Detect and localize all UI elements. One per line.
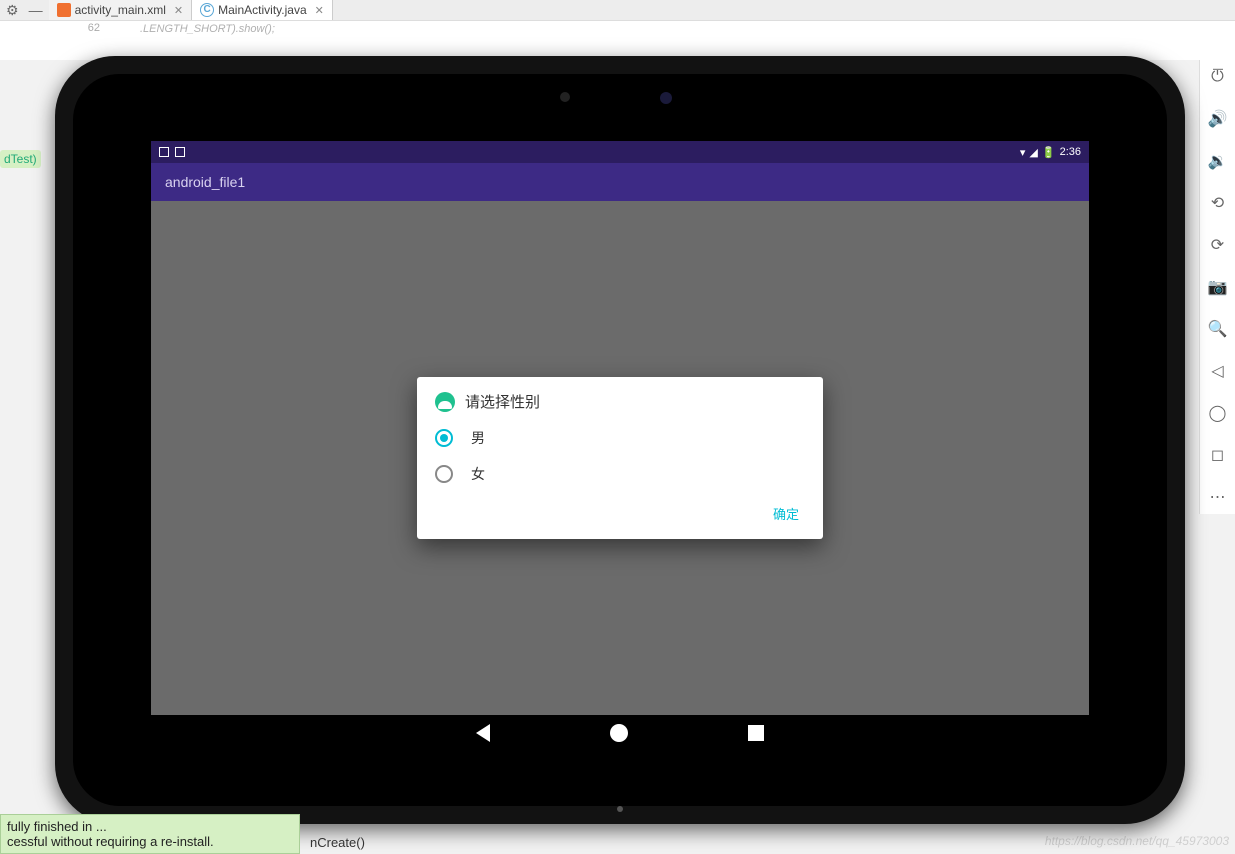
- battery-icon: 🔋: [1042, 146, 1056, 159]
- line-gutter: 62: [74, 21, 104, 36]
- zoom-icon[interactable]: 🔍: [1207, 318, 1229, 340]
- rotate-left-icon[interactable]: ⟲: [1207, 192, 1229, 214]
- radio-label: 男: [471, 428, 485, 448]
- nav-home-icon[interactable]: [610, 724, 628, 742]
- dialog-title-row: 请选择性别: [417, 377, 823, 420]
- android-head-icon: [435, 392, 455, 412]
- camera-icon[interactable]: 📷: [1207, 276, 1229, 298]
- tablet-screen: ▾ ◢ 🔋 2:36 android_file1 请选择性别 男: [151, 141, 1089, 751]
- tab-main-activity-java[interactable]: C MainActivity.java ✕: [192, 0, 333, 20]
- tablet-device-frame: ▾ ◢ 🔋 2:36 android_file1 请选择性别 男: [55, 56, 1185, 824]
- radio-label: 女: [471, 464, 485, 484]
- rotate-right-icon[interactable]: ⟳: [1207, 234, 1229, 256]
- home-circle-icon[interactable]: ◯: [1207, 402, 1229, 424]
- close-tab-icon[interactable]: ✕: [315, 4, 324, 17]
- ide-tab-strip: ⚙ — activity_main.xml ✕ C MainActivity.j…: [0, 0, 1235, 20]
- success-line: fully finished in ...: [7, 819, 293, 834]
- app-title: android_file1: [165, 174, 245, 190]
- app-content: 请选择性别 男 女 确定: [151, 201, 1089, 715]
- close-tab-icon[interactable]: ✕: [174, 4, 183, 17]
- xml-file-icon: [57, 3, 71, 17]
- home-indicator-icon: [617, 806, 623, 812]
- nav-recent-icon[interactable]: [748, 725, 764, 741]
- radio-option-male[interactable]: 男: [417, 420, 823, 456]
- more-icon[interactable]: ⋯: [1207, 486, 1229, 508]
- code-editor-background: 62 .LENGTH_SHORT).show();: [0, 20, 1235, 60]
- overview-square-icon[interactable]: ◻: [1207, 444, 1229, 466]
- radio-button-unchecked-icon: [435, 465, 453, 483]
- volume-down-icon[interactable]: 🔉: [1207, 150, 1229, 172]
- oncreate-fragment: nCreate(): [310, 835, 365, 850]
- code-fragment: .LENGTH_SHORT).show();: [140, 23, 275, 35]
- gender-dialog: 请选择性别 男 女 确定: [417, 377, 823, 539]
- line-number: 62: [74, 21, 100, 36]
- status-app-icon: [159, 147, 169, 157]
- partial-test-label: dTest): [0, 150, 41, 168]
- tab-label: MainActivity.java: [218, 3, 306, 17]
- status-time: 2:36: [1060, 146, 1081, 158]
- success-line: cessful without requiring a re-install.: [7, 834, 293, 849]
- camera-lens-icon: [660, 92, 672, 104]
- status-bar: ▾ ◢ 🔋 2:36: [151, 141, 1089, 163]
- app-bar: android_file1: [151, 163, 1089, 201]
- back-triangle-icon[interactable]: ◁: [1207, 360, 1229, 382]
- settings-gear-icon[interactable]: ⚙: [6, 2, 19, 19]
- signal-icon: ◢: [1029, 146, 1037, 159]
- dialog-actions: 确定: [417, 492, 823, 533]
- radio-button-checked-icon: [435, 429, 453, 447]
- camera-dot-icon: [560, 92, 570, 102]
- android-nav-bar: [151, 715, 1089, 751]
- wifi-icon: ▾: [1020, 146, 1026, 159]
- watermark: https://blog.csdn.net/qq_45973003: [1045, 834, 1229, 848]
- minimize-icon[interactable]: –: [1213, 58, 1223, 79]
- java-file-icon: C: [200, 3, 214, 17]
- status-app-icon: [175, 147, 185, 157]
- tab-activity-main-xml[interactable]: activity_main.xml ✕: [49, 0, 193, 20]
- nav-back-icon[interactable]: [476, 724, 490, 742]
- dialog-title: 请选择性别: [465, 391, 540, 412]
- minimize-icon[interactable]: —: [29, 2, 43, 19]
- volume-up-icon[interactable]: 🔊: [1207, 108, 1229, 130]
- confirm-button[interactable]: 确定: [765, 500, 807, 527]
- build-success-box: fully finished in ... cessful without re…: [0, 814, 300, 854]
- radio-option-female[interactable]: 女: [417, 456, 823, 492]
- tab-label: activity_main.xml: [75, 3, 166, 17]
- emulator-sidebar: – ⏻ 🔊 🔉 ⟲ ⟳ 📷 🔍 ◁ ◯ ◻ ⋯: [1199, 60, 1235, 514]
